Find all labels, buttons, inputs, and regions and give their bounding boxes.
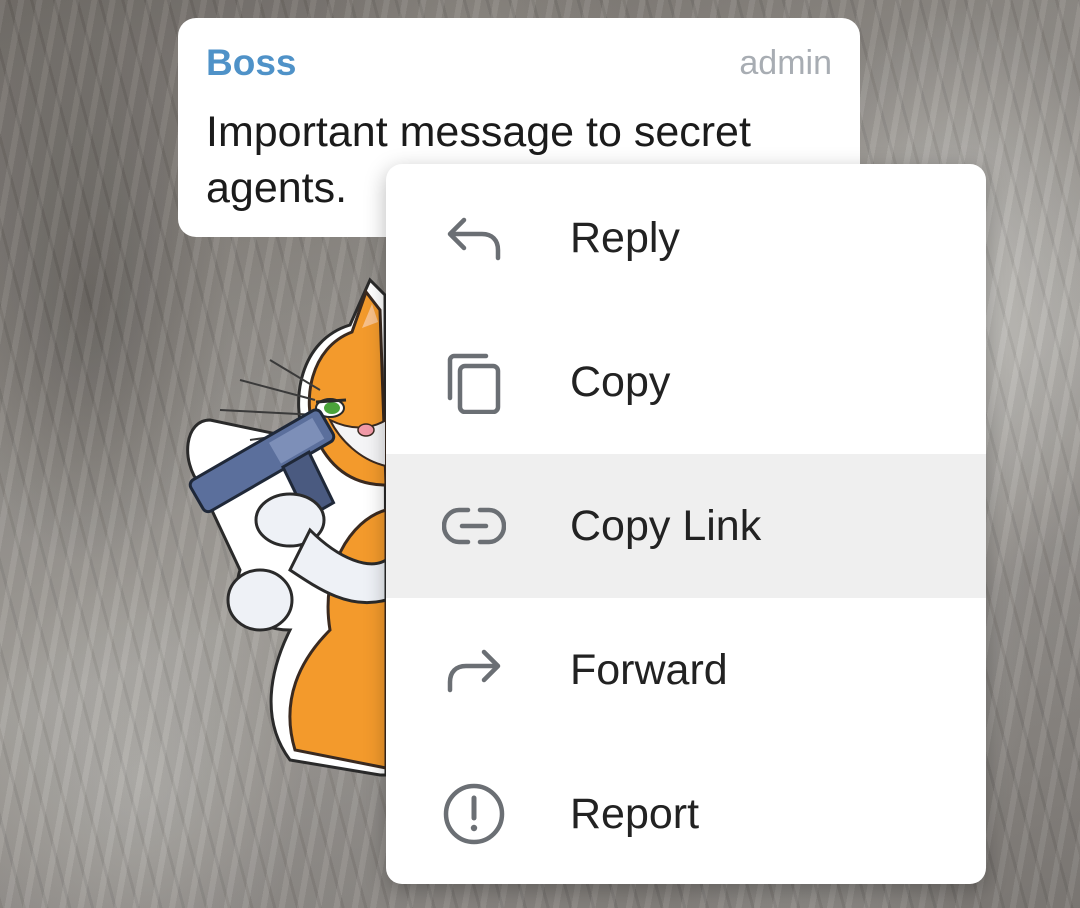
link-icon xyxy=(442,494,506,558)
forward-icon xyxy=(442,638,506,702)
menu-item-label: Copy Link xyxy=(570,502,762,550)
menu-item-forward[interactable]: Forward xyxy=(386,598,986,742)
sender-role-badge: admin xyxy=(739,44,832,82)
sender-name[interactable]: Boss xyxy=(206,42,296,84)
menu-item-label: Forward xyxy=(570,646,728,694)
menu-item-report[interactable]: Report xyxy=(386,742,986,884)
menu-item-label: Copy xyxy=(570,358,671,406)
report-icon xyxy=(442,782,506,846)
menu-item-reply[interactable]: Reply xyxy=(386,166,986,310)
menu-item-label: Reply xyxy=(570,214,680,262)
menu-item-label: Report xyxy=(570,790,700,838)
cat-agent-sticker[interactable] xyxy=(180,270,410,780)
copy-icon xyxy=(442,350,506,414)
menu-item-copy[interactable]: Copy xyxy=(386,310,986,454)
reply-icon xyxy=(442,206,506,270)
menu-item-copy-link[interactable]: Copy Link xyxy=(386,454,986,598)
message-context-menu: Reply Copy Copy Link Forward Report xyxy=(386,164,986,884)
